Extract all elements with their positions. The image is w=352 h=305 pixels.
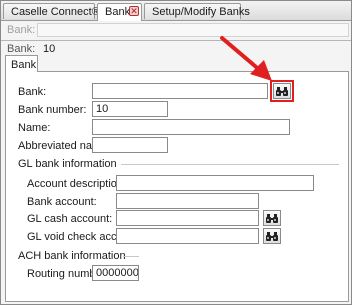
tab-caselle-connect[interactable]: Caselle Connect® (3, 3, 100, 19)
binoculars-icon (266, 232, 278, 241)
gl-cash-account-lookup-button[interactable] (263, 210, 281, 226)
bank-account-label: Bank account: (27, 196, 97, 208)
binoculars-icon (266, 214, 278, 223)
bank-number-label: Bank number: (18, 104, 87, 116)
name-input[interactable] (92, 119, 290, 135)
gl-void-check-account-input[interactable] (116, 228, 259, 244)
bank-number-input[interactable]: 10 (92, 101, 168, 117)
gl-section-title: GL bank information (18, 158, 117, 170)
account-description-label: Account description: (27, 178, 127, 190)
tab-strip: Caselle Connect® Banks ✕ Setup/Modify Ba… (1, 1, 351, 21)
header-bank-field (37, 23, 349, 37)
gl-cash-account-input[interactable] (116, 210, 259, 226)
annotation-arrow (220, 36, 272, 81)
ach-section-divider (123, 256, 139, 257)
account-description-input[interactable] (116, 175, 314, 191)
bank-label: Bank: (18, 86, 47, 98)
binoculars-icon (276, 87, 288, 96)
gl-cash-account-label: GL cash account: (27, 213, 113, 225)
tab-banks[interactable]: Banks ✕ (97, 3, 142, 21)
ach-section-title: ACH bank information (18, 250, 126, 262)
gl-section-divider (121, 164, 339, 165)
tab-setup-modify-banks[interactable]: Setup/Modify Banks (144, 3, 250, 19)
window-frame: Caselle Connect® Banks ✕ Setup/Modify Ba… (0, 0, 352, 305)
tab-bank[interactable]: Bank (5, 55, 38, 72)
close-icon[interactable]: ✕ (129, 6, 139, 16)
name-label: Name: (18, 122, 51, 134)
gl-void-check-account-lookup-button[interactable] (263, 228, 281, 244)
tab-label: Caselle Connect® (11, 6, 100, 18)
divider (1, 40, 351, 41)
tab-label: Setup/Modify Banks (152, 6, 250, 18)
abbreviated-name-input[interactable] (92, 137, 168, 153)
routing-number-input[interactable]: 000000000 (92, 265, 139, 281)
tab-label: Bank (11, 59, 37, 71)
header-bank-label: Bank: (7, 24, 36, 36)
summary-bank-label: Bank: (7, 43, 36, 55)
summary-bank-value: 10 (43, 43, 56, 55)
bank-account-input[interactable] (116, 193, 259, 209)
